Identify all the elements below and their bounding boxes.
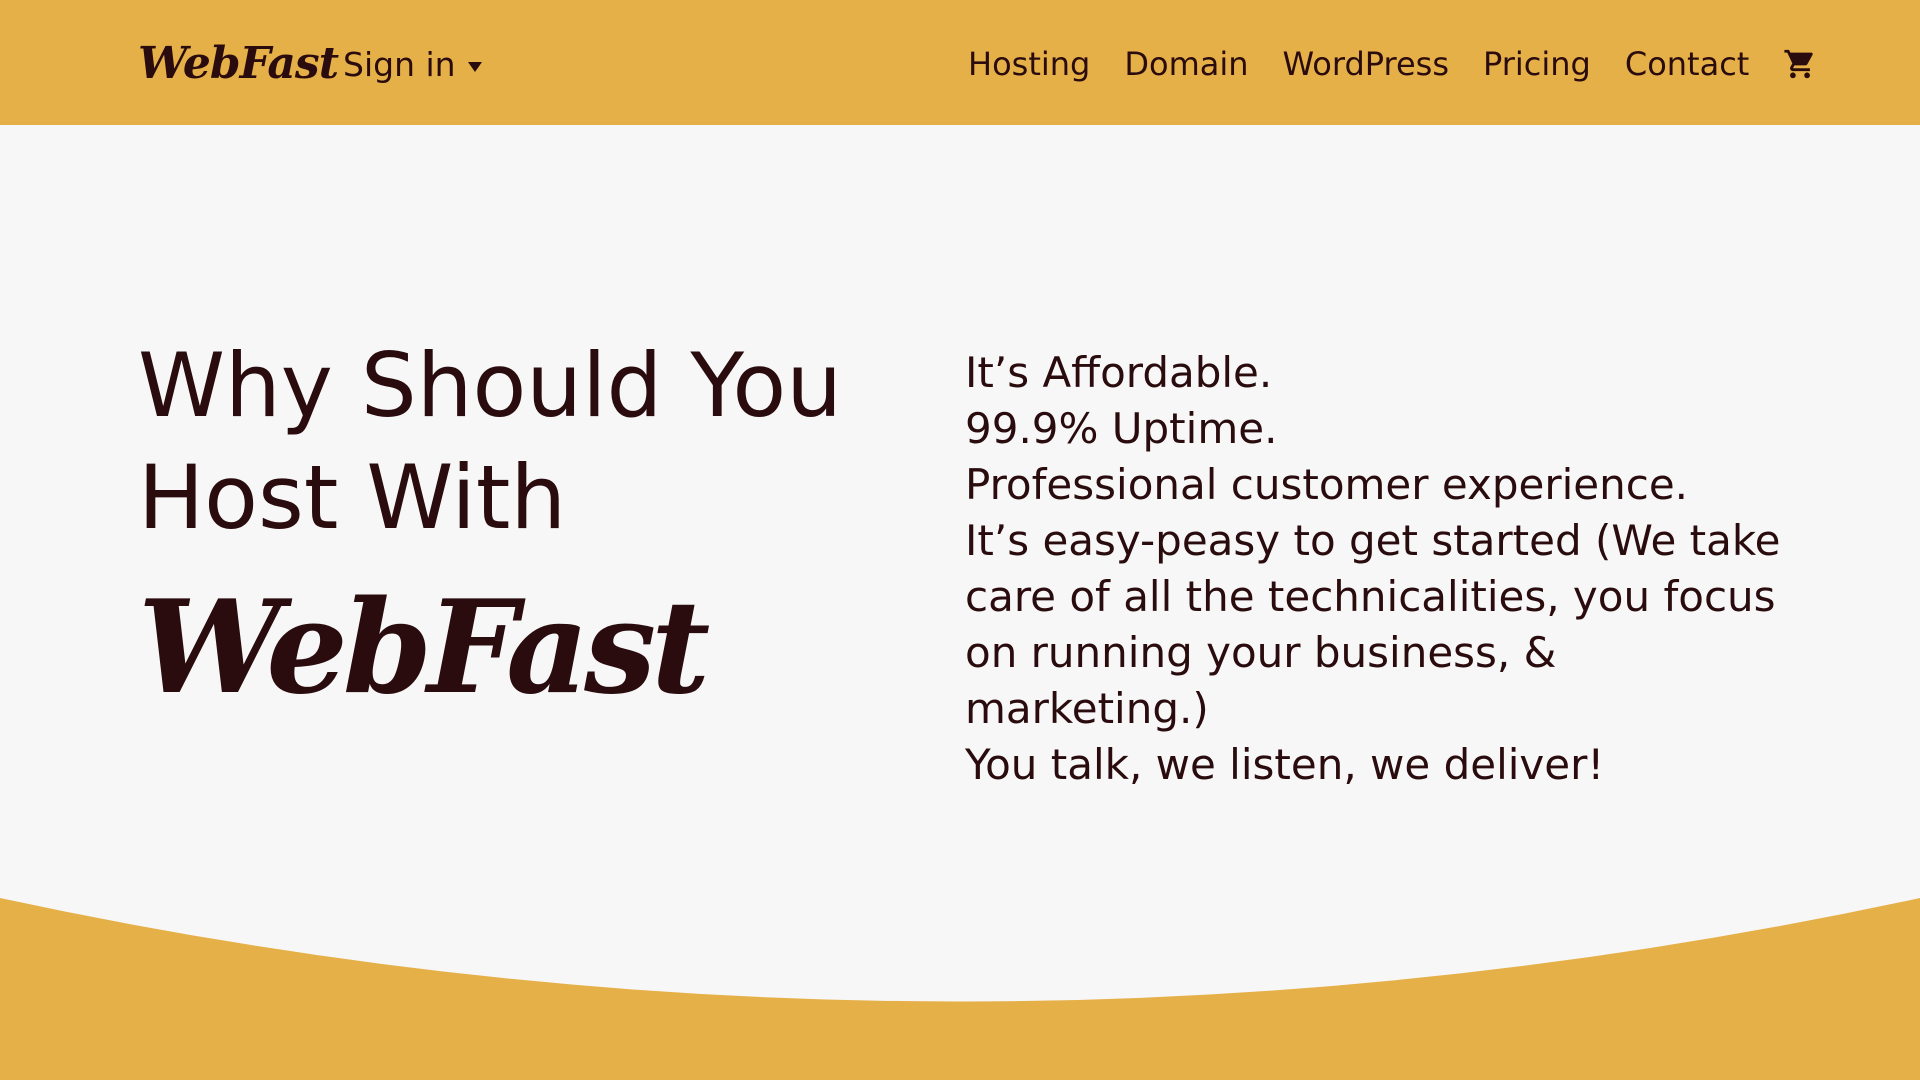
reason-item: You talk, we listen, we deliver! [965,740,1605,789]
nav-link-pricing[interactable]: Pricing [1483,45,1591,83]
reason-item: Professional customer experience. [965,460,1689,509]
nav-link-contact[interactable]: Contact [1625,45,1750,83]
nav-link-hosting[interactable]: Hosting [968,45,1090,83]
shopping-cart-icon[interactable] [1783,47,1817,81]
bottom-wave-decoration [0,898,1920,1080]
sign-in-dropdown[interactable]: Sign in [343,40,482,88]
webfast-logo[interactable]: WebFast [138,34,339,94]
reason-item: 99.9% Uptime. [965,404,1278,453]
main-nav: Hosting Domain WordPress Pricing Contact [968,40,1817,88]
top-navbar: WebFast Sign in Hosting Domain WordPress… [0,0,1920,125]
caret-down-icon [467,62,482,72]
webfast-brand-wordmark: WebFast [138,573,710,723]
reason-item: It’s Affordable. [965,348,1273,397]
nav-link-wordpress[interactable]: WordPress [1283,45,1449,83]
headline-line-2: Host With [138,446,567,549]
headline-line-1: Why Should You [138,334,843,437]
hero-headline: Why Should You Host With [138,330,898,554]
reason-item: It’s easy-peasy to get started (We take … [965,516,1781,733]
reasons-list: It’s Affordable. 99.9% Uptime. Professio… [965,345,1805,793]
nav-link-domain[interactable]: Domain [1124,45,1248,83]
sign-in-label: Sign in [343,44,456,84]
